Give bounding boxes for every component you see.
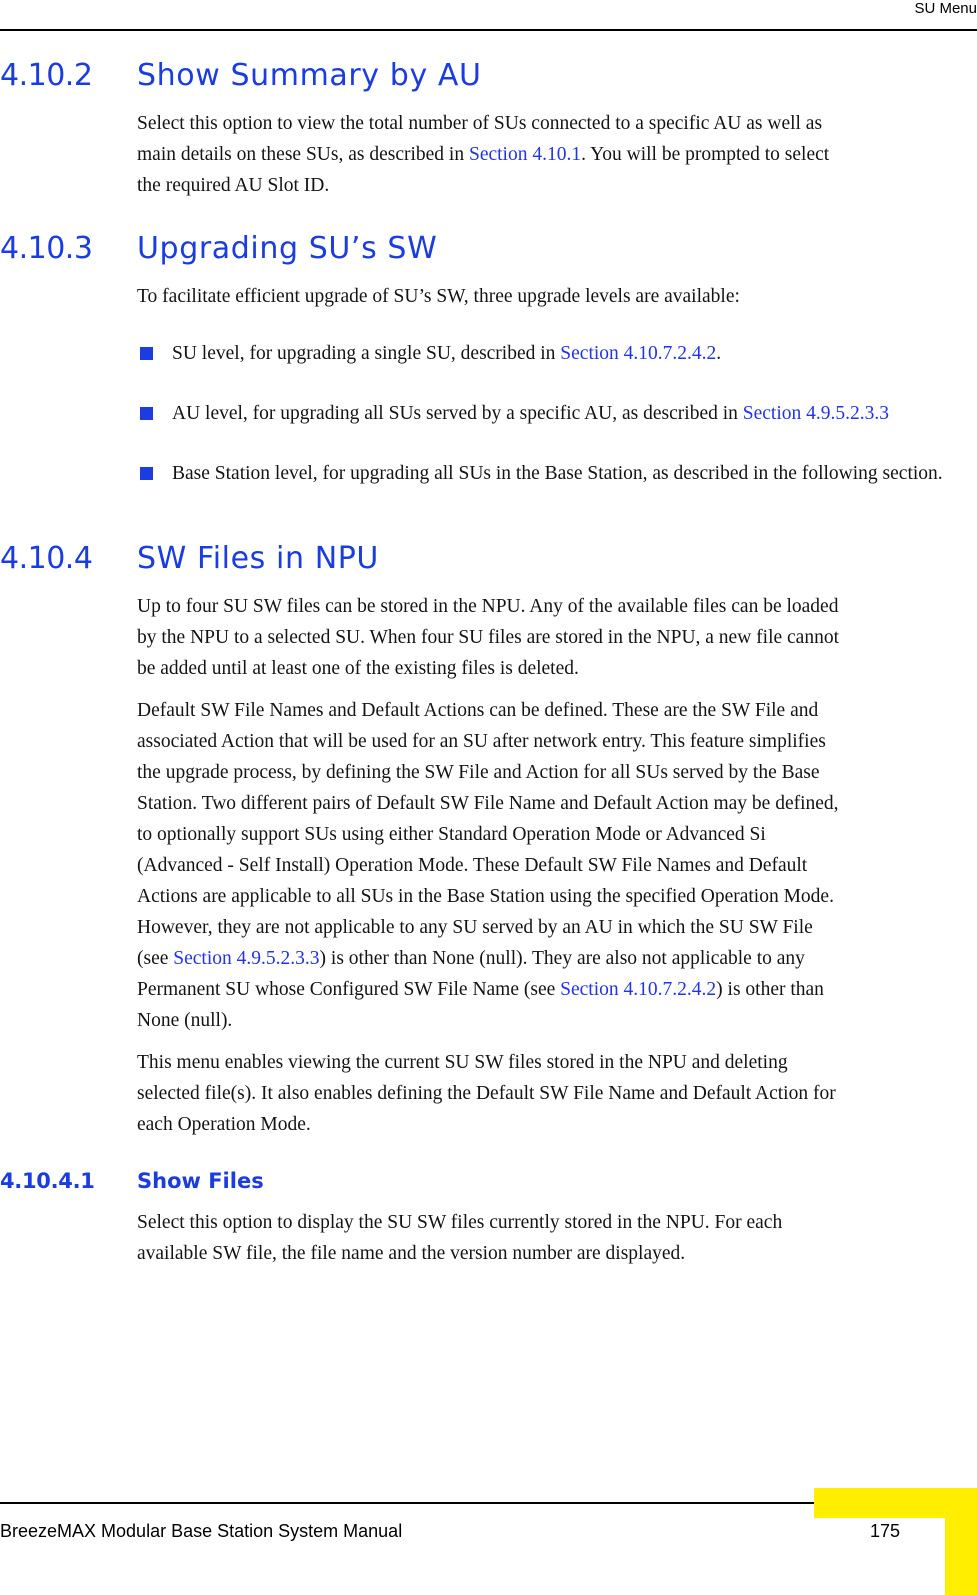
heading-4-10-2-number: 4.10.2	[0, 58, 93, 93]
header-title: SU Menu	[914, 0, 977, 17]
bullet-square-icon	[140, 407, 153, 420]
paragraph-4-10-2: Select this option to view the total num…	[0, 108, 840, 201]
heading-4-10-3-number: 4.10.3	[0, 231, 93, 266]
paragraph-4-10-4-3: This menu enables viewing the current SU…	[137, 1052, 836, 1135]
xref-section-4-10-1[interactable]: Section 4.10.1	[469, 144, 581, 165]
list-item-text: .	[716, 343, 722, 364]
header-divider	[0, 29, 977, 31]
list-item-text: Base Station level, for upgrading all SU…	[172, 463, 943, 484]
document-page: SU Menu 4.10.2 Show Summary by AU Select…	[0, 0, 977, 1595]
footer-yellow-tab-vertical	[945, 1488, 977, 1595]
paragraph-text: Default SW File Names and Default Action…	[137, 700, 839, 969]
bullet-square-icon	[140, 467, 153, 480]
list-item-text: AU level, for upgrading all SUs served b…	[172, 403, 743, 424]
paragraph-4-10-4-1-body: Select this option to display the SU SW …	[137, 1212, 783, 1264]
list-item: Base Station level, for upgrading all SU…	[0, 458, 960, 489]
heading-4-10-4-title: SW Files in NPU	[137, 541, 379, 576]
xref-section-4-10-7-2-4-2[interactable]: Section 4.10.7.2.4.2	[560, 979, 716, 1000]
xref-section-4-10-7-2-4-2[interactable]: Section 4.10.7.2.4.2	[560, 343, 716, 364]
footer-manual-title: BreezeMAX Modular Base Station System Ma…	[0, 1521, 403, 1541]
bullet-square-icon	[140, 347, 153, 360]
footer-page-number: 175	[869, 1521, 901, 1541]
paragraph-4-10-3-intro: To facilitate efficient upgrade of SU’s …	[137, 286, 740, 307]
page-header: SU Menu	[0, 0, 977, 31]
heading-4-10-4-number: 4.10.4	[0, 541, 93, 576]
heading-4-10-3-title: Upgrading SU’s SW	[137, 231, 438, 266]
list-item: SU level, for upgrading a single SU, des…	[0, 338, 960, 369]
document-content: 4.10.2 Show Summary by AU Select this op…	[0, 58, 977, 1269]
heading-4-10-4-1-title: Show Files	[137, 1169, 264, 1193]
paragraph-4-10-4-2: Default SW File Names and Default Action…	[0, 695, 840, 1036]
paragraph-4-10-4-1: Up to four SU SW files can be stored in …	[137, 596, 840, 679]
heading-4-10-3: 4.10.3 Upgrading SU’s SW	[0, 231, 977, 267]
footer-divider	[0, 1502, 814, 1504]
page-footer: BreezeMAX Modular Base Station System Ma…	[0, 1480, 977, 1595]
heading-4-10-2-title: Show Summary by AU	[137, 58, 482, 93]
heading-4-10-4-1: 4.10.4.1 Show Files	[0, 1168, 977, 1194]
list-item-text: SU level, for upgrading a single SU, des…	[172, 343, 561, 364]
heading-4-10-2: 4.10.2 Show Summary by AU	[0, 58, 977, 94]
xref-section-4-9-5-2-3-3[interactable]: Section 4.9.5.2.3.3	[743, 403, 889, 424]
list-item: AU level, for upgrading all SUs served b…	[0, 398, 960, 429]
heading-4-10-4: 4.10.4 SW Files in NPU	[0, 541, 977, 577]
xref-section-4-9-5-2-3-3[interactable]: Section 4.9.5.2.3.3	[173, 948, 319, 969]
heading-4-10-4-1-number: 4.10.4.1	[0, 1169, 95, 1193]
